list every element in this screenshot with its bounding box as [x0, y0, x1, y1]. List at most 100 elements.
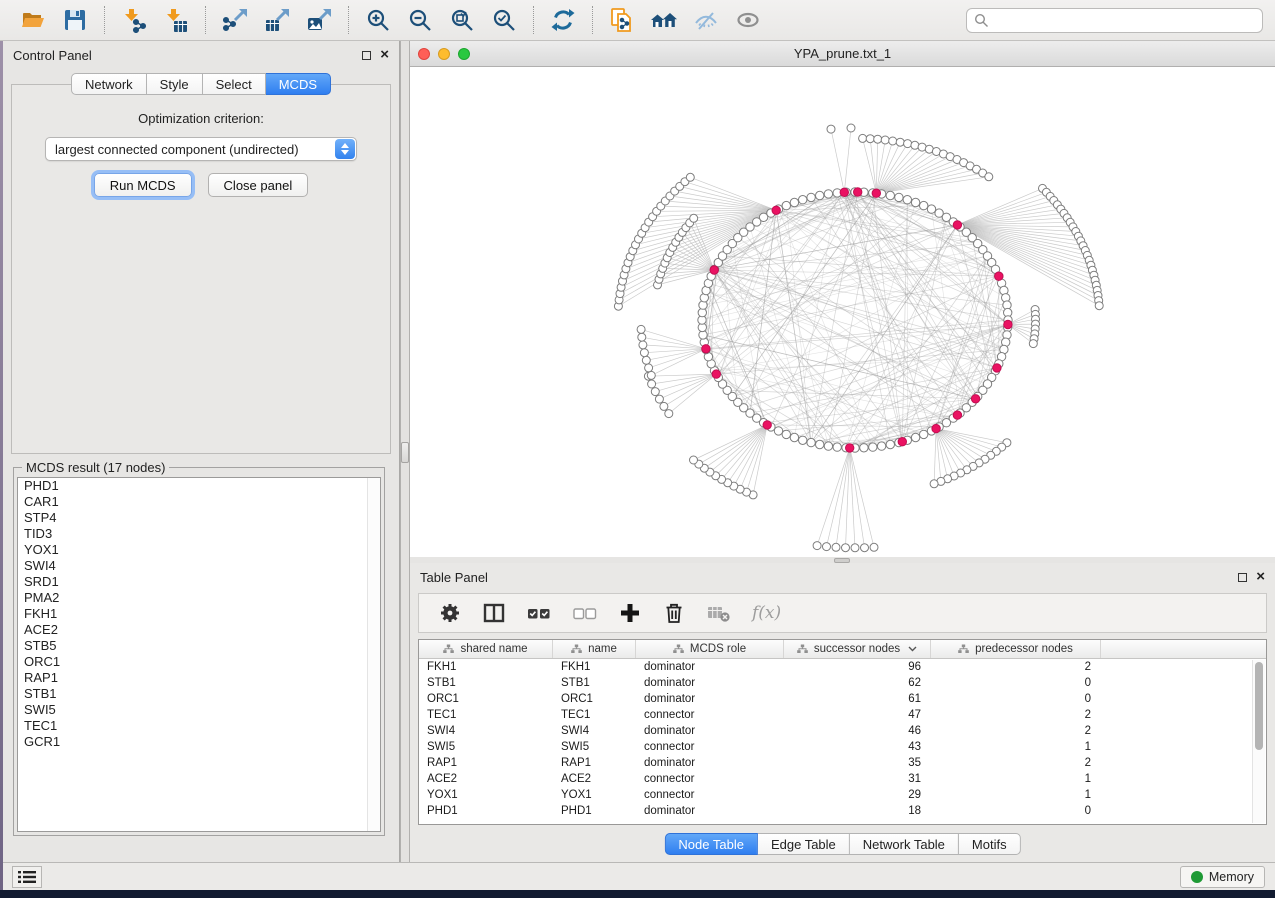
network-node[interactable] — [860, 444, 868, 452]
mcds-result-item[interactable]: SWI5 — [18, 702, 380, 718]
network-node[interactable] — [660, 402, 668, 410]
table-row[interactable]: ACE2ACE2connector311 — [419, 771, 1266, 787]
network-node[interactable] — [807, 438, 815, 446]
dominator-node[interactable] — [1004, 320, 1012, 328]
network-node[interactable] — [782, 430, 790, 438]
dominator-node[interactable] — [953, 221, 961, 229]
network-node[interactable] — [920, 430, 928, 438]
network-node[interactable] — [642, 356, 650, 364]
dominator-node[interactable] — [854, 188, 862, 196]
delete-column-button[interactable] — [662, 601, 686, 625]
network-node[interactable] — [877, 442, 885, 450]
network-node[interactable] — [827, 125, 835, 133]
mcds-result-item[interactable]: YOX1 — [18, 542, 380, 558]
network-node[interactable] — [886, 191, 894, 199]
network-node[interactable] — [911, 141, 919, 149]
network-node[interactable] — [927, 205, 935, 213]
table-row[interactable]: YOX1YOX1connector291 — [419, 787, 1266, 803]
column-header-name[interactable]: name — [553, 640, 636, 658]
mcds-result-item[interactable]: TEC1 — [18, 718, 380, 734]
network-node[interactable] — [824, 442, 832, 450]
network-node[interactable] — [640, 349, 648, 357]
mcds-result-item[interactable]: STB1 — [18, 686, 380, 702]
network-node[interactable] — [648, 380, 656, 388]
network-node[interactable] — [816, 191, 824, 199]
network-node[interactable] — [799, 196, 807, 204]
show-columns-button[interactable] — [482, 601, 506, 625]
tab-edge-table[interactable]: Edge Table — [758, 833, 850, 855]
network-node[interactable] — [813, 542, 821, 550]
network-node[interactable] — [816, 440, 824, 448]
mcds-result-item[interactable]: SRD1 — [18, 574, 380, 590]
network-node[interactable] — [690, 456, 698, 464]
mcds-result-item[interactable]: PHD1 — [18, 478, 380, 494]
mcds-result-item[interactable]: ACE2 — [18, 622, 380, 638]
search-box[interactable] — [966, 8, 1263, 33]
mcds-result-item[interactable]: STB5 — [18, 638, 380, 654]
network-node[interactable] — [823, 543, 831, 551]
dominator-node[interactable] — [712, 370, 720, 378]
table-row[interactable]: RAP1RAP1dominator352 — [419, 755, 1266, 771]
export-table-button[interactable] — [256, 3, 298, 37]
dominator-node[interactable] — [995, 272, 1003, 280]
network-node[interactable] — [859, 134, 867, 142]
import-network-button[interactable] — [113, 3, 155, 37]
zoom-in-button[interactable] — [357, 3, 399, 37]
network-node[interactable] — [638, 333, 646, 341]
dominator-node[interactable] — [993, 364, 1001, 372]
save-session-button[interactable] — [54, 3, 96, 37]
table-scrollbar-thumb[interactable] — [1255, 662, 1263, 750]
mcds-result-item[interactable]: RAP1 — [18, 670, 380, 686]
dominator-node[interactable] — [971, 395, 979, 403]
zoom-selected-button[interactable] — [483, 3, 525, 37]
network-node[interactable] — [886, 440, 894, 448]
network-titlebar[interactable]: YPA_prune.txt_1 — [410, 41, 1275, 67]
splitter-handle[interactable] — [401, 442, 409, 463]
network-node[interactable] — [869, 443, 877, 451]
tab-select[interactable]: Select — [203, 73, 266, 95]
network-node[interactable] — [896, 138, 904, 146]
float-panel-icon[interactable] — [362, 51, 371, 60]
network-node[interactable] — [799, 436, 807, 444]
table-settings-button[interactable] — [438, 601, 462, 625]
network-node[interactable] — [832, 543, 840, 551]
network-node[interactable] — [647, 371, 655, 379]
network-node[interactable] — [895, 193, 903, 201]
criterion-dropdown[interactable]: largest connected component (undirected) — [45, 137, 357, 161]
dominator-node[interactable] — [710, 266, 718, 274]
network-node[interactable] — [774, 427, 782, 435]
vertical-splitter[interactable] — [400, 41, 410, 862]
tab-network[interactable]: Network — [71, 73, 147, 95]
table-row[interactable]: FKH1FKH1dominator962 — [419, 659, 1266, 675]
network-node[interactable] — [665, 410, 673, 418]
mcds-result-item[interactable]: CAR1 — [18, 494, 380, 510]
dominator-node[interactable] — [840, 188, 848, 196]
column-header-successor-nodes[interactable]: successor nodes — [784, 640, 931, 658]
open-file-button[interactable] — [12, 3, 54, 37]
hide-selected-button[interactable] — [685, 3, 727, 37]
import-table-button[interactable] — [155, 3, 197, 37]
network-node[interactable] — [881, 136, 889, 144]
mcds-result-item[interactable]: ORC1 — [18, 654, 380, 670]
network-node[interactable] — [874, 135, 882, 143]
network-node[interactable] — [1029, 340, 1037, 348]
network-node[interactable] — [639, 341, 647, 349]
network-node[interactable] — [824, 190, 832, 198]
table-row[interactable]: PHD1PHD1dominator180 — [419, 803, 1266, 819]
mcds-result-item[interactable]: PMA2 — [18, 590, 380, 606]
network-node[interactable] — [1095, 302, 1103, 310]
zoom-fit-button[interactable] — [441, 3, 483, 37]
run-mcds-button[interactable]: Run MCDS — [94, 173, 192, 197]
network-node[interactable] — [655, 395, 663, 403]
network-node[interactable] — [686, 173, 694, 181]
column-header-predecessor-nodes[interactable]: predecessor nodes — [931, 640, 1101, 658]
mcds-result-item[interactable]: GCR1 — [18, 734, 380, 750]
network-node[interactable] — [930, 480, 938, 488]
network-canvas[interactable] — [410, 67, 1275, 557]
network-node[interactable] — [847, 124, 855, 132]
tab-network-table[interactable]: Network Table — [850, 833, 959, 855]
dominator-node[interactable] — [846, 444, 854, 452]
network-graph[interactable] — [410, 67, 1275, 557]
table-row[interactable]: ORC1ORC1dominator610 — [419, 691, 1266, 707]
tab-mcds[interactable]: MCDS — [266, 73, 331, 95]
